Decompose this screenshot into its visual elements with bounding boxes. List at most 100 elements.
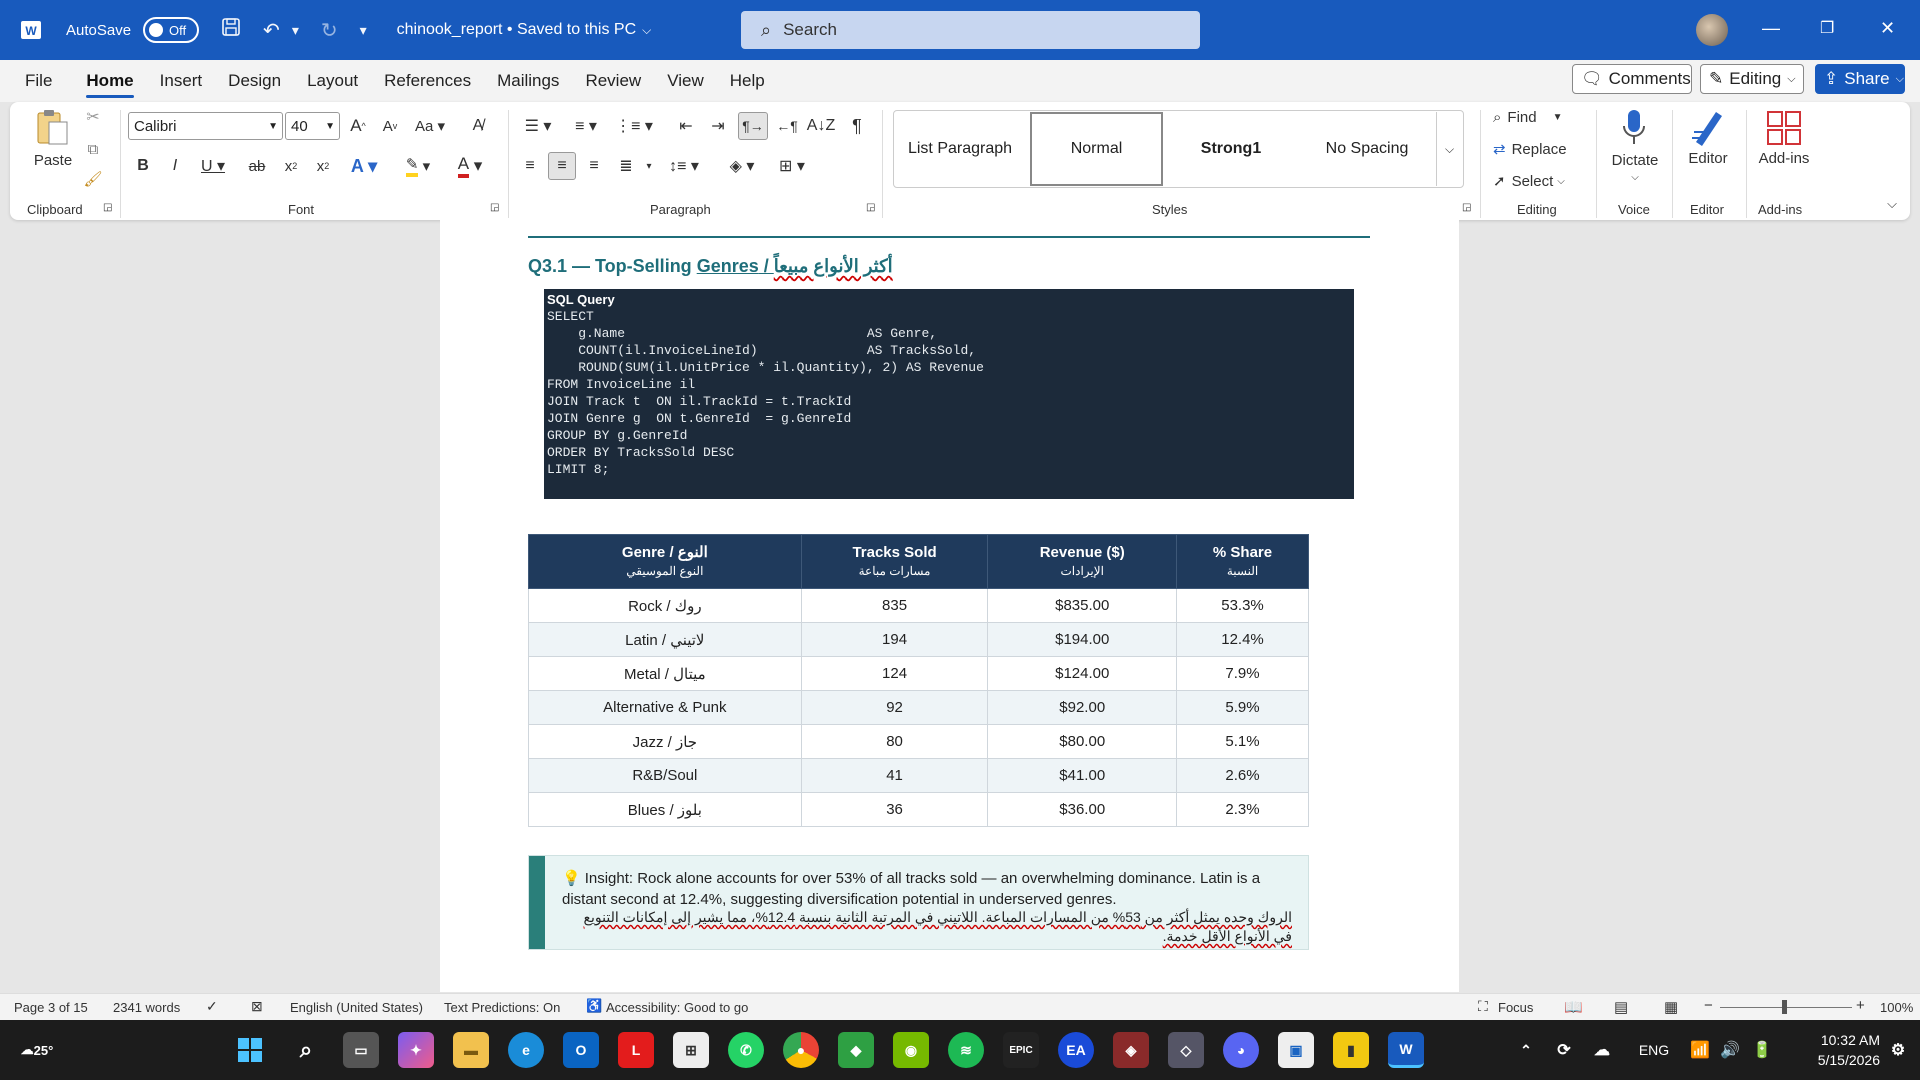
- battery-icon[interactable]: 🔋: [1744, 1032, 1780, 1068]
- document-page[interactable]: Q3.1 — Top-Selling Genres / أكثر الأنواع…: [440, 220, 1459, 992]
- font-size-combo[interactable]: 40 ▼: [285, 112, 340, 140]
- addins-icon[interactable]: [1762, 106, 1806, 150]
- cut-icon[interactable]: ✂: [82, 106, 104, 128]
- notification-icon[interactable]: ⚙: [1880, 1032, 1916, 1068]
- tab-view[interactable]: View: [654, 60, 717, 102]
- dictate-label[interactable]: Dictate: [1605, 152, 1665, 169]
- nvidia-icon[interactable]: ◉: [893, 1032, 929, 1068]
- sort-icon[interactable]: A↓Z: [807, 114, 835, 138]
- styles-launcher-icon[interactable]: ◲: [1462, 202, 1471, 213]
- save-icon[interactable]: [221, 17, 241, 43]
- text-predictions-status[interactable]: Text Predictions: On: [444, 1000, 560, 1015]
- tab-review[interactable]: Review: [572, 60, 654, 102]
- whatsapp-icon[interactable]: ✆: [728, 1032, 764, 1068]
- font-color-icon[interactable]: A ▾: [450, 154, 490, 178]
- rtl-direction-icon[interactable]: ←¶: [774, 114, 800, 138]
- volume-icon[interactable]: 🔊: [1712, 1032, 1748, 1068]
- comments-button[interactable]: 🗨 Comments: [1572, 64, 1692, 94]
- superscript-icon[interactable]: x2: [312, 154, 334, 178]
- editor-label[interactable]: Editor: [1678, 150, 1738, 167]
- lenovo-icon[interactable]: L: [618, 1032, 654, 1068]
- decrease-indent-icon[interactable]: ⇤: [674, 114, 698, 138]
- accessibility-status[interactable]: Accessibility: Good to go: [606, 1000, 748, 1015]
- italic-icon[interactable]: I: [164, 154, 186, 178]
- tab-help[interactable]: Help: [717, 60, 778, 102]
- show-formatting-marks-icon[interactable]: ¶: [845, 114, 869, 138]
- search-icon[interactable]: ⌕: [288, 1032, 324, 1068]
- spotify-icon[interactable]: ≋: [948, 1032, 984, 1068]
- align-left-icon[interactable]: ≡: [518, 154, 542, 178]
- find-button[interactable]: ⌕ Find ▼: [1493, 106, 1589, 128]
- text-effects-icon[interactable]: A ▾: [346, 154, 382, 178]
- editing-mode-button[interactable]: ✎ Editing ⌵: [1700, 64, 1804, 94]
- strikethrough-icon[interactable]: ab: [246, 154, 268, 178]
- clock[interactable]: 10:32 AM 5/15/2026: [1790, 1030, 1880, 1070]
- print-layout-icon[interactable]: ▤: [1614, 998, 1628, 1016]
- tab-layout[interactable]: Layout: [294, 60, 371, 102]
- paste-label[interactable]: Paste: [33, 152, 73, 169]
- numbering-icon[interactable]: ≡ ▾: [566, 114, 606, 138]
- search-box[interactable]: ⌕ Search: [741, 11, 1200, 49]
- increase-indent-icon[interactable]: ⇥: [706, 114, 730, 138]
- bullets-icon[interactable]: ☰ ▾: [518, 114, 558, 138]
- style-no-spacing[interactable]: No Spacing: [1300, 112, 1434, 186]
- tab-mailings[interactable]: Mailings: [484, 60, 572, 102]
- language-status[interactable]: English (United States): [290, 1000, 423, 1015]
- onedrive-icon[interactable]: ☁: [1584, 1032, 1620, 1068]
- chevron-down-icon[interactable]: ⌵: [1625, 172, 1645, 183]
- tab-design[interactable]: Design: [215, 60, 294, 102]
- styles-expand-icon[interactable]: ⌵: [1436, 112, 1462, 186]
- paste-icon[interactable]: [32, 106, 72, 150]
- editor-icon[interactable]: [1686, 106, 1730, 150]
- style-list-paragraph[interactable]: List Paragraph: [897, 112, 1023, 186]
- powerbi-icon[interactable]: ▮: [1333, 1032, 1369, 1068]
- avatar[interactable]: [1696, 14, 1728, 46]
- track-changes-icon[interactable]: ⊠: [251, 998, 263, 1015]
- select-button[interactable]: ➚ Select ⌵: [1493, 170, 1589, 192]
- autosave-toggle[interactable]: Off: [143, 17, 200, 43]
- customize-toolbar-icon[interactable]: ▾: [360, 22, 367, 39]
- language-indicator[interactable]: ENG: [1634, 1032, 1674, 1068]
- chrome-icon[interactable]: ●: [783, 1032, 819, 1068]
- sync-icon[interactable]: ⟳: [1546, 1032, 1582, 1068]
- shrink-font-icon[interactable]: Av: [378, 114, 402, 138]
- tab-references[interactable]: References: [371, 60, 484, 102]
- clear-formatting-icon[interactable]: A̸: [466, 114, 490, 138]
- game2-icon[interactable]: ◇: [1168, 1032, 1204, 1068]
- justify-icon[interactable]: ≣: [614, 154, 638, 178]
- addins-label[interactable]: Add-ins: [1752, 150, 1816, 167]
- multilevel-list-icon[interactable]: ⋮≡ ▾: [614, 114, 654, 138]
- font-launcher-icon[interactable]: ◲: [490, 202, 499, 213]
- edge-icon[interactable]: e: [508, 1032, 544, 1068]
- restore-icon[interactable]: ❐: [1820, 18, 1834, 38]
- change-case-icon[interactable]: Aa ▾: [412, 114, 448, 138]
- ea-icon[interactable]: EA: [1058, 1032, 1094, 1068]
- copy-icon[interactable]: ⧉: [82, 138, 104, 160]
- style-normal[interactable]: Normal: [1030, 112, 1163, 186]
- highlight-color-icon[interactable]: ✎ ▾: [398, 154, 438, 178]
- collapse-ribbon-icon[interactable]: ⌵: [1882, 196, 1902, 212]
- subscript-icon[interactable]: x2: [280, 154, 302, 178]
- tab-insert[interactable]: Insert: [147, 60, 216, 102]
- redo-icon[interactable]: ↻: [321, 18, 338, 43]
- word-count[interactable]: 2341 words: [113, 1000, 180, 1015]
- document-title[interactable]: chinook_report • Saved to this PC: [397, 21, 637, 39]
- proofing-icon[interactable]: ✓: [206, 998, 218, 1015]
- copilot-icon[interactable]: ✦: [398, 1032, 434, 1068]
- chevron-down-icon[interactable]: ▾: [642, 154, 656, 178]
- weather-widget[interactable]: ☁ 25°: [14, 1032, 60, 1068]
- align-center-icon[interactable]: ≡: [548, 152, 576, 180]
- tray-overflow-icon[interactable]: ⌃: [1508, 1032, 1544, 1068]
- microphone-icon[interactable]: [1612, 106, 1656, 150]
- line-spacing-icon[interactable]: ↕≡ ▾: [664, 154, 704, 178]
- bold-icon[interactable]: B: [132, 154, 154, 178]
- font-name-combo[interactable]: Calibri ▼: [128, 112, 283, 140]
- start-icon[interactable]: [232, 1032, 268, 1068]
- paragraph-launcher-icon[interactable]: ◲: [866, 202, 875, 213]
- undo-icon[interactable]: ↶: [263, 18, 280, 43]
- word-taskbar-icon[interactable]: W: [1388, 1032, 1424, 1068]
- format-painter-icon[interactable]: 🖌: [82, 168, 104, 190]
- outlook-icon[interactable]: O: [563, 1032, 599, 1068]
- page-indicator[interactable]: Page 3 of 15: [14, 1000, 88, 1015]
- tab-home[interactable]: Home: [73, 60, 146, 102]
